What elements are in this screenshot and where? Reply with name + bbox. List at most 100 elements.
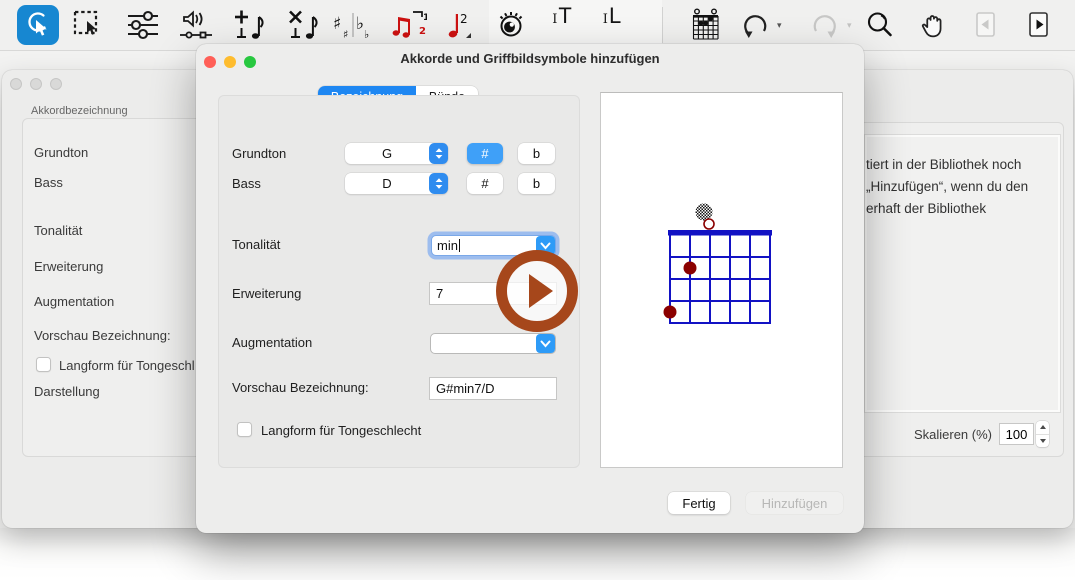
zoom-tool-button[interactable]	[858, 3, 902, 47]
augmentation-combobox[interactable]	[430, 333, 556, 354]
text-tool-button[interactable]: IT	[540, 3, 584, 47]
tonalitaet-value: min	[437, 238, 458, 253]
note-groups-button[interactable]: 1 2	[386, 3, 430, 47]
bg-zoom-button[interactable]	[50, 78, 62, 90]
page-forward-button[interactable]	[1017, 3, 1061, 47]
lyrics-tool-button[interactable]: IL	[590, 3, 634, 47]
remove-note-icon	[286, 8, 320, 42]
grundton-sharp-button[interactable]: #	[467, 143, 503, 164]
bg-label-vorschau: Vorschau Bezeichnung:	[34, 328, 171, 343]
text-cursor	[459, 239, 460, 252]
langform-checkbox[interactable]	[237, 422, 252, 437]
info-line-2: „Hinzufügen“, wenn du den	[866, 176, 1028, 198]
svg-text:♭: ♭	[364, 28, 369, 41]
text-tool-big-t: T	[558, 3, 571, 29]
fertig-button[interactable]: Fertig	[668, 492, 730, 514]
vorschau-label: Vorschau Bezeichnung:	[232, 380, 369, 395]
page-bottom-background	[0, 528, 1075, 580]
chord-grid-icon	[691, 8, 721, 42]
selection-tool-button[interactable]	[17, 5, 59, 45]
stepper-down-icon[interactable]	[1036, 435, 1049, 448]
grundton-flat-button[interactable]: b	[518, 143, 555, 164]
bass-value: D	[345, 176, 429, 191]
magnifier-icon	[865, 10, 895, 40]
svg-text:1: 1	[423, 13, 427, 23]
redo-menu-caret: ▾	[847, 20, 852, 31]
tonalitaet-label: Tonalität	[232, 237, 280, 252]
augmentation-dropdown-icon[interactable]	[536, 334, 555, 353]
undo-icon	[739, 9, 771, 41]
chord-diagram-tool-button[interactable]	[684, 3, 728, 47]
grundton-select[interactable]: G	[345, 143, 448, 164]
bibliothek-info-text: tiert in der Bibliothek noch „Hinzufügen…	[866, 154, 1028, 220]
text-tool-small-i: I	[552, 12, 557, 27]
bass-select-arrows-icon	[429, 173, 448, 194]
undo-menu-caret[interactable]: ▾	[777, 20, 782, 31]
undo-button[interactable]	[733, 3, 777, 47]
note-duration-button[interactable]: 2	[437, 3, 481, 47]
bg-minimize-button[interactable]	[30, 78, 42, 90]
vorschau-input[interactable]	[430, 378, 556, 399]
bg-label-erweiterung: Erweiterung	[34, 259, 103, 274]
lyrics-tool-big-l: L	[609, 3, 621, 29]
add-note-icon	[232, 8, 266, 42]
bg-label-augmentation: Augmentation	[34, 294, 114, 309]
dialog-title: Akkorde und Griffbildsymbole hinzufügen	[196, 51, 864, 66]
svg-text:2: 2	[419, 26, 426, 37]
selection-cursor-icon	[22, 9, 54, 41]
accidentals-button[interactable]: ♯ ♯ ♭ ♭	[330, 3, 374, 47]
bg-close-button[interactable]	[10, 78, 22, 90]
lyrics-tool-small-i: I	[603, 12, 608, 27]
bass-sharp-button[interactable]: #	[467, 173, 503, 194]
page-back-button	[964, 3, 1008, 47]
eye-icon	[494, 10, 530, 40]
toolbar-divider	[662, 7, 663, 43]
play-indicator-triangle	[529, 274, 553, 308]
add-note-button[interactable]	[227, 3, 271, 47]
erweiterung-label: Erweiterung	[232, 286, 301, 301]
remove-note-button[interactable]	[281, 3, 325, 47]
info-line-1: tiert in der Bibliothek noch	[866, 154, 1028, 176]
svg-text:♯: ♯	[333, 14, 341, 34]
visibility-button[interactable]	[490, 3, 534, 47]
skalieren-stepper[interactable]	[1036, 421, 1049, 447]
sliders-icon	[126, 10, 160, 40]
bass-flat-button[interactable]: b	[518, 173, 555, 194]
sharp-flat-icon: ♯ ♯ ♭ ♭	[332, 9, 372, 41]
redo-icon	[809, 9, 841, 41]
bg-label-tonalitaet: Tonalität	[34, 223, 82, 238]
marquee-selection-icon	[72, 9, 104, 41]
stepper-up-icon[interactable]	[1036, 421, 1049, 434]
audio-settings-button[interactable]	[174, 3, 218, 47]
bg-langform-label: Langform für Tongeschl	[59, 358, 195, 373]
bg-label-grundton: Grundton	[34, 145, 88, 160]
page-forward-icon	[1027, 11, 1051, 39]
grundton-select-arrows-icon	[429, 143, 448, 164]
beamed-notes-icon: 1 2	[389, 9, 427, 41]
akkordbezeichnung-group-title: Akkordbezeichnung	[26, 105, 133, 117]
svg-text:♯: ♯	[343, 28, 348, 41]
bg-label-darstellung: Darstellung	[34, 384, 100, 399]
grundton-label: Grundton	[232, 146, 286, 161]
bg-langform-checkbox[interactable]	[36, 357, 51, 372]
hinzufuegen-button: Hinzufügen	[746, 492, 843, 514]
augmentation-label: Augmentation	[232, 335, 312, 350]
marquee-selection-button[interactable]	[66, 3, 110, 47]
skalieren-input[interactable]	[1000, 424, 1033, 444]
pan-tool-button[interactable]	[911, 3, 955, 47]
note-duration-icon: 2	[444, 9, 474, 41]
bg-label-bass: Bass	[34, 175, 63, 190]
svg-text:♭: ♭	[356, 14, 364, 34]
speaker-icon	[178, 9, 214, 41]
skalieren-label: Skalieren (%)	[880, 427, 992, 442]
bass-label: Bass	[232, 176, 261, 191]
grundton-value: G	[345, 146, 429, 161]
page-back-icon	[974, 11, 998, 39]
info-line-3: erhaft der Bibliothek	[866, 198, 1028, 220]
hand-icon	[920, 10, 947, 40]
filter-settings-button[interactable]	[121, 3, 165, 47]
chord-diagram	[655, 195, 785, 330]
redo-button	[803, 3, 847, 47]
drag-marker-icon	[696, 204, 713, 221]
bass-select[interactable]: D	[345, 173, 448, 194]
